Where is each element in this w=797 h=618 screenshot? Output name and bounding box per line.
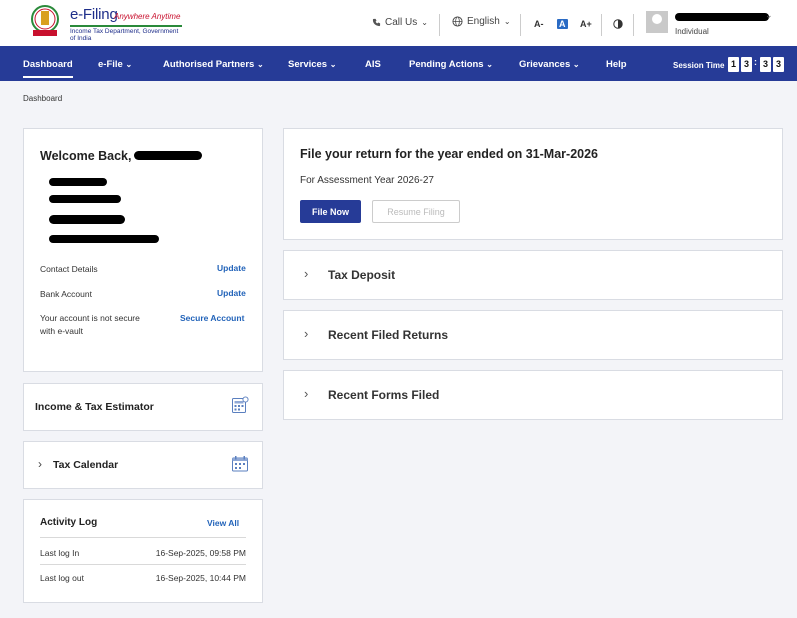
file-return-title: File your return for the year ended on 3… bbox=[300, 147, 598, 161]
activity-log-card: Activity Log View All Last log In 16-Sep… bbox=[23, 499, 263, 603]
chevron-down-icon: ⌄ bbox=[421, 18, 428, 27]
evault-status-label: Your account is not secure with e-vault bbox=[40, 313, 140, 336]
resume-filing-button[interactable]: Resume Filing bbox=[372, 200, 460, 223]
nav-item-ais[interactable]: AIS bbox=[365, 59, 381, 70]
emblem-logo-icon[interactable] bbox=[27, 4, 63, 38]
activity-row-label: Last log In bbox=[40, 548, 80, 558]
chevron-down-icon: ⌄ bbox=[486, 60, 493, 69]
divider bbox=[439, 14, 440, 36]
accordion-recent-filed-returns[interactable]: › Recent Filed Returns bbox=[283, 310, 783, 360]
avatar[interactable] bbox=[646, 11, 668, 33]
chevron-down-icon: ⌄ bbox=[125, 60, 133, 69]
chevron-down-icon: ⌄ bbox=[329, 60, 337, 69]
divider bbox=[40, 564, 246, 565]
calculator-icon bbox=[232, 396, 249, 413]
user-menu-chevron-icon[interactable]: ⌄ bbox=[765, 10, 773, 21]
session-digit: 3 bbox=[741, 57, 752, 72]
bank-account-label: Bank Account bbox=[40, 289, 92, 299]
language-label: English bbox=[467, 16, 500, 27]
redacted-name bbox=[134, 151, 202, 160]
session-time-label: Session Time bbox=[673, 61, 725, 70]
divider bbox=[633, 14, 634, 36]
redacted-pan bbox=[49, 178, 107, 186]
nav-item-efile[interactable]: e-File ⌄ bbox=[98, 59, 132, 70]
accordion-title: Recent Forms Filed bbox=[328, 388, 440, 402]
file-now-button[interactable]: File Now bbox=[300, 200, 361, 223]
language-selector[interactable]: English ⌄ bbox=[452, 16, 511, 27]
font-normal-button[interactable]: A bbox=[557, 19, 568, 29]
estimator-title: Income & Tax Estimator bbox=[35, 401, 154, 413]
brand-title[interactable]: e-Filing bbox=[70, 6, 118, 23]
call-us-label: Call Us bbox=[385, 17, 418, 28]
nav-item-services[interactable]: Services ⌄ bbox=[288, 59, 336, 70]
chevron-right-icon: › bbox=[38, 457, 42, 471]
session-digit: 3 bbox=[773, 57, 784, 72]
estimator-card[interactable]: Income & Tax Estimator bbox=[23, 383, 263, 431]
divider bbox=[520, 14, 521, 36]
chevron-down-icon: ⌄ bbox=[503, 17, 511, 26]
phone-icon bbox=[372, 18, 381, 27]
breadcrumb[interactable]: Dashboard bbox=[23, 94, 62, 103]
nav-item-pending-actions[interactable]: Pending Actions ⌄ bbox=[409, 59, 493, 70]
welcome-title: Welcome Back, bbox=[40, 149, 132, 163]
chevron-down-icon: ⌄ bbox=[572, 60, 580, 69]
brand-tagline: Anywhere Anytime bbox=[114, 12, 181, 21]
accordion-title: Tax Deposit bbox=[328, 268, 396, 282]
assessment-year-label: For Assessment Year 2026-27 bbox=[300, 175, 434, 186]
tax-calendar-card[interactable]: › Tax Calendar bbox=[23, 441, 263, 489]
view-all-link[interactable]: View All bbox=[207, 518, 239, 528]
session-separator: : bbox=[754, 57, 757, 67]
contact-update-link[interactable]: Update bbox=[217, 263, 246, 273]
activity-row: Last log In 16-Sep-2025, 09:58 PM bbox=[40, 548, 246, 558]
redacted-id bbox=[49, 195, 121, 203]
contrast-icon[interactable] bbox=[613, 19, 623, 29]
nav-item-authorised-partners[interactable]: Authorised Partners ⌄ bbox=[163, 59, 264, 70]
divider bbox=[40, 537, 246, 538]
chevron-right-icon: › bbox=[304, 326, 309, 341]
redacted-email bbox=[49, 235, 159, 243]
calendar-icon bbox=[232, 456, 248, 472]
accordion-title: Recent Filed Returns bbox=[328, 328, 449, 342]
activity-row-value: 16-Sep-2025, 10:44 PM bbox=[155, 573, 246, 583]
header: e-Filing Anywhere Anytime Income Tax Dep… bbox=[0, 0, 797, 46]
user-role: Individual bbox=[675, 27, 709, 36]
font-increase-button[interactable]: A+ bbox=[580, 19, 592, 29]
redacted-user-name bbox=[675, 13, 769, 21]
welcome-card: Welcome Back, Contact Details Update Ban… bbox=[23, 128, 263, 372]
chevron-right-icon: › bbox=[304, 266, 309, 281]
accordion-tax-deposit[interactable]: › Tax Deposit bbox=[283, 250, 783, 300]
nav-item-help[interactable]: Help bbox=[606, 59, 627, 70]
globe-icon bbox=[452, 16, 463, 27]
accordion-recent-forms-filed[interactable]: › Recent Forms Filed bbox=[283, 370, 783, 420]
call-us-button[interactable]: Call Us ⌄ bbox=[372, 17, 428, 28]
session-digit: 1 bbox=[728, 57, 739, 72]
chevron-down-icon: ⌄ bbox=[256, 60, 264, 69]
activity-log-title: Activity Log bbox=[40, 517, 98, 528]
divider bbox=[601, 14, 602, 36]
bank-update-link[interactable]: Update bbox=[217, 288, 246, 298]
redacted-phone bbox=[49, 215, 125, 224]
tax-calendar-title: Tax Calendar bbox=[53, 459, 119, 471]
nav-item-grievances[interactable]: Grievances ⌄ bbox=[519, 59, 580, 70]
session-digit: 3 bbox=[760, 57, 771, 72]
file-return-card: File your return for the year ended on 3… bbox=[283, 128, 783, 240]
main-nav: Dashboard e-File ⌄ Authorised Partners ⌄… bbox=[0, 46, 797, 81]
font-decrease-button[interactable]: A- bbox=[534, 19, 544, 29]
nav-item-dashboard[interactable]: Dashboard bbox=[23, 59, 73, 78]
chevron-right-icon: › bbox=[304, 386, 309, 401]
activity-row-value: 16-Sep-2025, 09:58 PM bbox=[155, 548, 246, 558]
contact-details-label: Contact Details bbox=[40, 264, 98, 274]
brand-subtitle: Income Tax Department, Government of Ind… bbox=[70, 25, 182, 42]
activity-row-label: Last log out bbox=[40, 573, 84, 583]
secure-account-link[interactable]: Secure Account bbox=[180, 313, 244, 323]
activity-row: Last log out 16-Sep-2025, 10:44 PM bbox=[40, 573, 246, 583]
